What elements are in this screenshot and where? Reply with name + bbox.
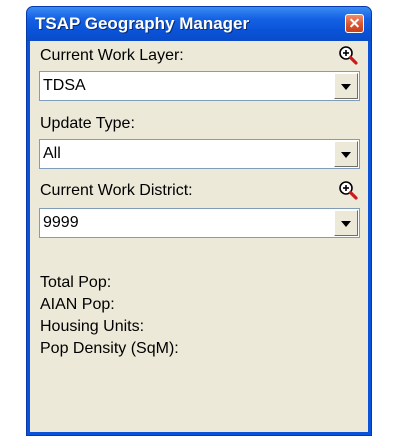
aian-pop-label: AIAN Pop:: [40, 296, 115, 313]
pop-density-label: Pop Density (SqM):: [40, 340, 179, 357]
window-title: TSAP Geography Manager: [35, 14, 250, 33]
client-area: Current Work Layer: TDSA Update Type: Al…: [30, 41, 368, 432]
chevron-down-icon[interactable]: [334, 141, 358, 167]
zoom-in-icon: [339, 46, 358, 65]
zoom-in-icon: [339, 181, 358, 200]
work-district-select[interactable]: 9999: [39, 208, 360, 238]
work-layer-label: Current Work Layer:: [40, 47, 184, 64]
chevron-down-icon[interactable]: [334, 210, 358, 236]
update-type-value: All: [43, 145, 61, 162]
update-type-label: Update Type:: [40, 115, 135, 132]
housing-units-label: Housing Units:: [40, 318, 145, 335]
title-bar[interactable]: TSAP Geography Manager: [27, 7, 371, 41]
close-icon[interactable]: [345, 14, 364, 33]
work-layer-zoom-button[interactable]: [336, 44, 360, 66]
total-pop-label: Total Pop:: [40, 274, 112, 291]
work-district-value: 9999: [43, 214, 79, 231]
work-district-label: Current Work District:: [40, 182, 193, 199]
work-district-zoom-button[interactable]: [336, 179, 360, 201]
update-type-select[interactable]: All: [39, 139, 360, 169]
work-layer-value: TDSA: [43, 77, 86, 94]
chevron-down-icon[interactable]: [334, 73, 358, 99]
geography-manager-window: TSAP Geography Manager Current Work Laye…: [26, 6, 372, 436]
work-layer-select[interactable]: TDSA: [39, 71, 360, 101]
